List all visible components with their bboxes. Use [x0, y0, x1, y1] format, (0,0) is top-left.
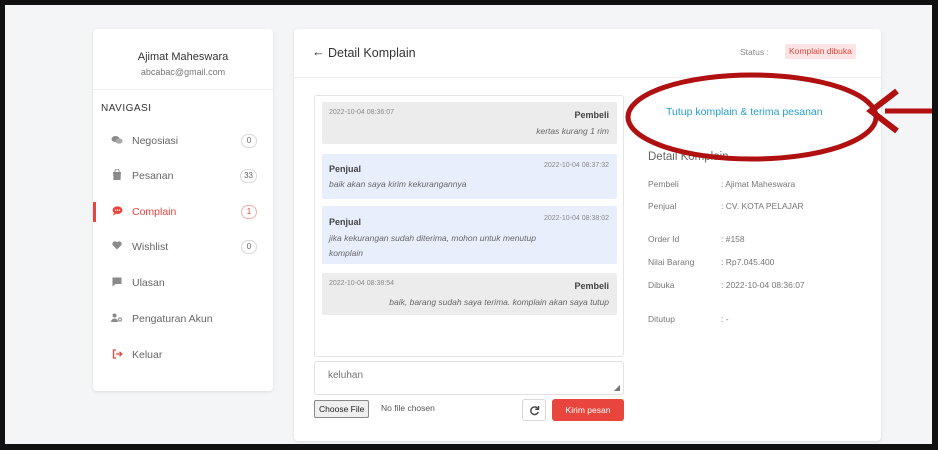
sidebar-item-negosiasi[interactable]: Negosiasi 0 — [93, 130, 273, 152]
sidebar-item-label: Complain — [132, 206, 177, 218]
heart-icon — [111, 241, 123, 253]
nav-title: NAVIGASI — [101, 103, 152, 114]
resize-grip-icon[interactable]: ◢ — [614, 383, 620, 392]
message-sender: Pembeli — [574, 281, 609, 291]
chat-message-buyer: 2022-10-04 08:38:54 Pembeli baik, barang… — [322, 273, 617, 315]
back-arrow-icon[interactable]: ← — [312, 44, 325, 59]
detail-label: Order Id — [648, 234, 680, 244]
message-timestamp: 2022-10-04 08:38:02 — [544, 215, 609, 222]
sidebar-item-pengaturan-akun[interactable]: Pengaturan Akun — [93, 308, 273, 330]
detail-value: : Rp7.045.400 — [721, 257, 775, 267]
choose-file-button[interactable]: Choose File — [314, 400, 370, 418]
detail-value: : 2022-10-04 08:36:07 — [721, 280, 805, 290]
sidebar-item-label: Pesanan — [132, 170, 174, 182]
chat-bubbles-icon — [111, 135, 123, 148]
count-badge: 0 — [241, 134, 257, 148]
sidebar-item-label: Pengaturan Akun — [132, 313, 213, 325]
detail-value: : #158 — [721, 234, 745, 244]
sidebar-item-label: Ulasan — [132, 277, 165, 289]
logout-icon — [111, 348, 123, 362]
message-text: jika kekurangan sudah diterima, mohon un… — [329, 233, 536, 243]
sidebar-item-label: Keluar — [132, 349, 163, 361]
message-text: baik akan saya kirim kekurangannya — [329, 179, 467, 189]
page-title: Detail Komplain — [328, 46, 416, 60]
sidebar-item-pesanan[interactable]: Pesanan 33 — [93, 165, 273, 187]
count-badge: 0 — [241, 240, 257, 254]
user-email: abcabac@gmail.com — [140, 67, 226, 77]
sidebar: Ajimat Maheswara abcabac@gmail.com NAVIG… — [93, 29, 273, 391]
refresh-button[interactable] — [522, 399, 546, 421]
sidebar-item-keluar[interactable]: Keluar — [93, 344, 273, 366]
detail-label: Ditutup — [648, 314, 675, 324]
message-timestamp: 2022-10-04 08:36:07 — [329, 109, 394, 116]
message-sender: Pembeli — [574, 110, 609, 120]
chat-message-buyer: 2022-10-04 08:36:07 Pembeli kertas kuran… — [322, 102, 617, 144]
chat-message-seller: Penjual 2022-10-04 08:37:32 baik akan sa… — [322, 154, 617, 199]
complaint-detail-panel: ← Detail Komplain Status : Komplain dibu… — [294, 29, 881, 441]
send-message-button[interactable]: Kirim pesan — [552, 399, 624, 421]
detail-label: Dibuka — [648, 280, 675, 290]
screen-frame: Ajimat Maheswara abcabac@gmail.com NAVIG… — [0, 0, 938, 450]
message-text: kertas kurang 1 rim — [536, 126, 609, 136]
status-label: Status : — [740, 47, 769, 57]
panel-header: ← Detail Komplain Status : Komplain dibu… — [294, 29, 881, 78]
status-badge: Komplain dibuka — [785, 44, 856, 59]
sidebar-item-ulasan[interactable]: Ulasan — [93, 272, 273, 294]
count-badge: 33 — [240, 169, 257, 183]
shopping-bag-icon — [111, 168, 123, 183]
sidebar-divider — [93, 89, 273, 90]
detail-label: Pembeli — [648, 179, 679, 189]
message-text: komplain — [329, 248, 364, 258]
detail-value: : - — [721, 314, 729, 324]
detail-label: Penjual — [648, 201, 677, 211]
comment-icon — [111, 205, 123, 219]
close-complaint-link[interactable]: Tutup komplain & terima pesanan — [666, 106, 823, 118]
chat-thread[interactable]: 2022-10-04 08:36:07 Pembeli kertas kuran… — [314, 95, 624, 357]
sidebar-item-wishlist[interactable]: Wishlist 0 — [93, 236, 273, 258]
message-sender: Penjual — [329, 164, 362, 174]
message-text: baik, barang sudah saya terima. komplain… — [389, 297, 609, 307]
detail-title: Detail Komplain — [648, 151, 729, 163]
message-timestamp: 2022-10-04 08:37:32 — [544, 162, 609, 169]
message-timestamp: 2022-10-04 08:38:54 — [329, 280, 394, 287]
no-file-text: No file chosen — [381, 403, 435, 413]
users-gear-icon — [111, 313, 123, 326]
sidebar-item-label: Wishlist — [132, 241, 169, 253]
complaint-message-input[interactable] — [315, 362, 623, 394]
refresh-icon — [529, 406, 539, 416]
detail-value: : CV. KOTA PELAJAR — [721, 201, 804, 211]
message-square-icon — [111, 277, 123, 290]
count-badge: 1 — [241, 205, 257, 219]
message-sender: Penjual — [329, 217, 362, 227]
detail-value: : Ajimat Maheswara — [721, 179, 796, 189]
sidebar-item-complain[interactable]: Complain 1 — [93, 201, 273, 223]
complaint-input-box: ◢ — [314, 361, 624, 395]
chat-message-seller: Penjual 2022-10-04 08:38:02 jika kekuran… — [322, 206, 617, 264]
detail-label: Nilai Barang — [648, 257, 695, 267]
sidebar-item-label: Negosiasi — [132, 135, 179, 147]
user-name: Ajimat Maheswara — [137, 51, 229, 63]
